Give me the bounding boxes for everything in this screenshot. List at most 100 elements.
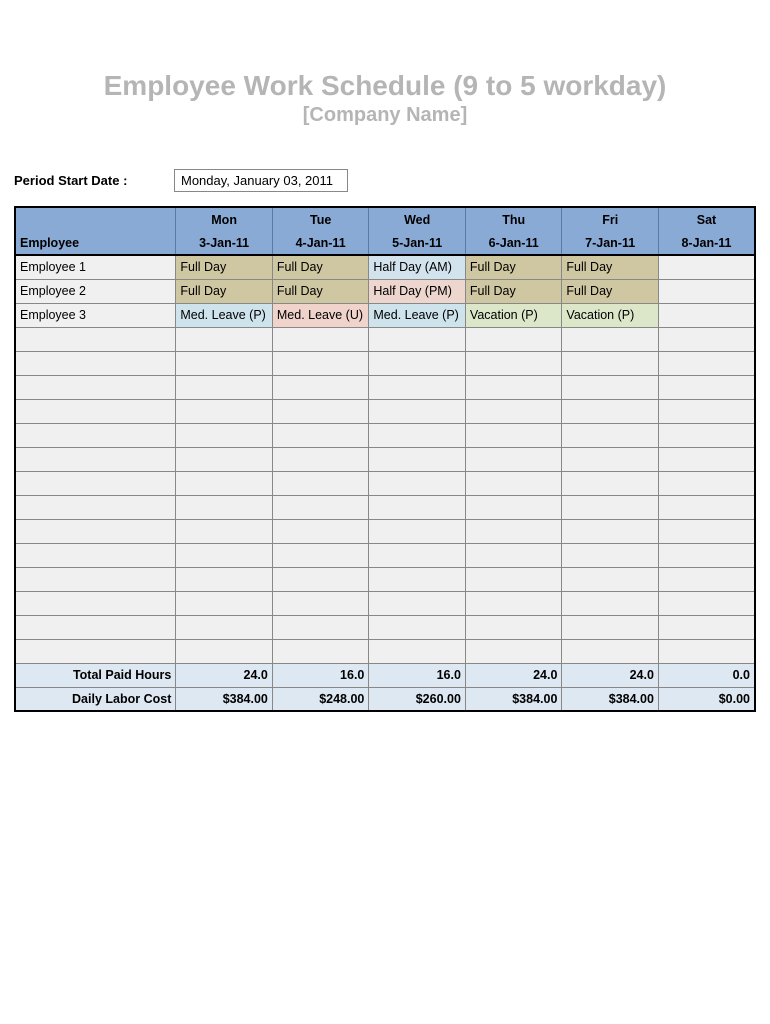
schedule-cell[interactable] <box>562 639 659 663</box>
schedule-cell[interactable] <box>176 375 273 399</box>
employee-cell[interactable] <box>15 567 176 591</box>
schedule-cell[interactable] <box>658 255 755 279</box>
schedule-cell[interactable] <box>272 567 369 591</box>
schedule-cell[interactable] <box>658 615 755 639</box>
schedule-cell[interactable] <box>176 591 273 615</box>
schedule-cell[interactable] <box>562 327 659 351</box>
schedule-cell[interactable] <box>465 543 562 567</box>
schedule-cell[interactable] <box>369 591 466 615</box>
schedule-cell[interactable] <box>176 399 273 423</box>
schedule-cell[interactable]: Full Day <box>562 255 659 279</box>
schedule-cell[interactable]: Full Day <box>562 279 659 303</box>
schedule-cell[interactable]: Vacation (P) <box>562 303 659 327</box>
schedule-cell[interactable] <box>658 567 755 591</box>
schedule-cell[interactable] <box>272 447 369 471</box>
schedule-cell[interactable] <box>658 423 755 447</box>
schedule-cell[interactable] <box>465 423 562 447</box>
employee-cell[interactable] <box>15 375 176 399</box>
period-start-input[interactable] <box>174 169 348 192</box>
schedule-cell[interactable] <box>369 375 466 399</box>
employee-cell[interactable] <box>15 447 176 471</box>
schedule-cell[interactable] <box>562 591 659 615</box>
schedule-cell[interactable] <box>369 639 466 663</box>
schedule-cell[interactable] <box>176 351 273 375</box>
schedule-cell[interactable]: Vacation (P) <box>465 303 562 327</box>
schedule-cell[interactable] <box>176 519 273 543</box>
schedule-cell[interactable] <box>272 471 369 495</box>
schedule-cell[interactable]: Full Day <box>176 255 273 279</box>
schedule-cell[interactable] <box>176 543 273 567</box>
schedule-cell[interactable] <box>562 399 659 423</box>
schedule-cell[interactable] <box>369 615 466 639</box>
schedule-cell[interactable] <box>369 423 466 447</box>
schedule-cell[interactable] <box>465 591 562 615</box>
schedule-cell[interactable] <box>658 351 755 375</box>
schedule-cell[interactable] <box>562 615 659 639</box>
schedule-cell[interactable] <box>176 567 273 591</box>
schedule-cell[interactable] <box>658 303 755 327</box>
employee-cell[interactable] <box>15 351 176 375</box>
schedule-cell[interactable] <box>369 471 466 495</box>
employee-cell[interactable]: Employee 3 <box>15 303 176 327</box>
schedule-cell[interactable] <box>272 351 369 375</box>
schedule-cell[interactable] <box>369 399 466 423</box>
schedule-cell[interactable] <box>176 639 273 663</box>
schedule-cell[interactable] <box>658 495 755 519</box>
schedule-cell[interactable] <box>272 591 369 615</box>
schedule-cell[interactable] <box>562 375 659 399</box>
schedule-cell[interactable] <box>658 447 755 471</box>
employee-cell[interactable] <box>15 495 176 519</box>
schedule-cell[interactable] <box>658 399 755 423</box>
employee-cell[interactable] <box>15 591 176 615</box>
schedule-cell[interactable] <box>369 519 466 543</box>
schedule-cell[interactable] <box>369 543 466 567</box>
schedule-cell[interactable] <box>369 495 466 519</box>
employee-cell[interactable]: Employee 1 <box>15 255 176 279</box>
schedule-cell[interactable] <box>369 567 466 591</box>
schedule-cell[interactable]: Med. Leave (P) <box>369 303 466 327</box>
schedule-cell[interactable]: Full Day <box>272 255 369 279</box>
schedule-cell[interactable] <box>176 327 273 351</box>
schedule-cell[interactable] <box>465 615 562 639</box>
schedule-cell[interactable] <box>465 519 562 543</box>
schedule-cell[interactable] <box>658 639 755 663</box>
schedule-cell[interactable] <box>465 495 562 519</box>
schedule-cell[interactable] <box>562 423 659 447</box>
schedule-cell[interactable] <box>272 519 369 543</box>
schedule-cell[interactable] <box>465 471 562 495</box>
schedule-cell[interactable] <box>465 375 562 399</box>
schedule-cell[interactable] <box>272 399 369 423</box>
schedule-cell[interactable] <box>658 327 755 351</box>
schedule-cell[interactable] <box>465 399 562 423</box>
schedule-cell[interactable] <box>465 567 562 591</box>
schedule-cell[interactable] <box>176 447 273 471</box>
schedule-cell[interactable] <box>658 279 755 303</box>
schedule-cell[interactable] <box>369 351 466 375</box>
schedule-cell[interactable]: Half Day (AM) <box>369 255 466 279</box>
schedule-cell[interactable] <box>658 471 755 495</box>
schedule-cell[interactable] <box>562 543 659 567</box>
schedule-cell[interactable] <box>176 471 273 495</box>
employee-cell[interactable] <box>15 327 176 351</box>
schedule-cell[interactable] <box>465 447 562 471</box>
schedule-cell[interactable] <box>272 543 369 567</box>
schedule-cell[interactable] <box>658 375 755 399</box>
schedule-cell[interactable] <box>272 495 369 519</box>
schedule-cell[interactable] <box>272 615 369 639</box>
schedule-cell[interactable]: Full Day <box>176 279 273 303</box>
schedule-cell[interactable] <box>562 447 659 471</box>
schedule-cell[interactable] <box>658 591 755 615</box>
schedule-cell[interactable]: Med. Leave (U) <box>272 303 369 327</box>
employee-cell[interactable] <box>15 471 176 495</box>
schedule-cell[interactable] <box>562 567 659 591</box>
schedule-cell[interactable]: Full Day <box>465 279 562 303</box>
schedule-cell[interactable] <box>272 375 369 399</box>
schedule-cell[interactable] <box>562 519 659 543</box>
schedule-cell[interactable] <box>562 471 659 495</box>
schedule-cell[interactable] <box>272 639 369 663</box>
schedule-cell[interactable] <box>369 327 466 351</box>
schedule-cell[interactable]: Full Day <box>272 279 369 303</box>
schedule-cell[interactable]: Half Day (PM) <box>369 279 466 303</box>
schedule-cell[interactable] <box>465 327 562 351</box>
employee-cell[interactable] <box>15 543 176 567</box>
